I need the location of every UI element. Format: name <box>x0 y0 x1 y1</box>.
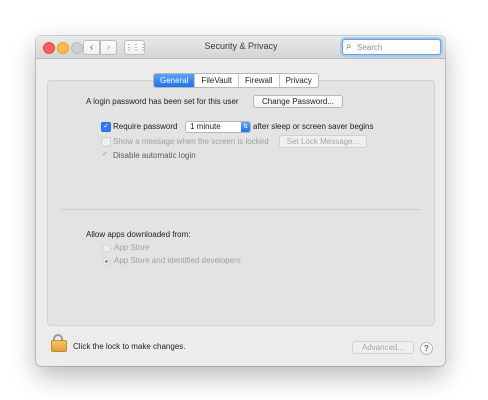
tab-bar: General FileVault Firewall Privacy <box>153 73 319 88</box>
tab-filevault[interactable]: FileVault <box>194 74 238 87</box>
require-password-checkbox[interactable]: ✓ <box>101 122 111 132</box>
allow-apps-heading: Allow apps downloaded from: <box>86 230 191 239</box>
back-button[interactable]: ‹ <box>83 40 100 55</box>
radio-app-store-identified-label: App Store and identified developers <box>114 256 241 265</box>
help-button[interactable]: ? <box>420 342 433 355</box>
footer: Click the lock to make changes. Advanced… <box>36 328 445 366</box>
window-title: Security & Privacy <box>204 41 278 51</box>
chevron-right-icon: › <box>106 42 111 53</box>
login-password-text: A login password has been set for this u… <box>86 97 239 106</box>
security-privacy-window: ‹ › ⋮⋮⋮ Security & Privacy ⌕ A login pas… <box>36 36 445 366</box>
require-password-delay-value: 1 minute <box>190 122 221 131</box>
general-pane: A login password has been set for this u… <box>47 80 435 326</box>
tab-privacy[interactable]: Privacy <box>278 74 318 87</box>
disable-auto-login-label: Disable automatic login <box>113 151 196 160</box>
title-bar: ‹ › ⋮⋮⋮ Security & Privacy ⌕ <box>36 36 445 59</box>
radio-app-store[interactable] <box>102 244 111 253</box>
section-divider <box>61 209 421 210</box>
chevron-left-icon: ‹ <box>89 42 94 53</box>
forward-button[interactable]: › <box>100 40 117 55</box>
disable-auto-login-checkbox[interactable]: ✓ <box>101 151 109 159</box>
change-password-button[interactable]: Change Password... <box>253 95 343 108</box>
show-message-checkbox[interactable] <box>101 137 111 147</box>
lock-text: Click the lock to make changes. <box>73 342 186 351</box>
grid-icon: ⋮⋮⋮ <box>125 43 147 52</box>
require-password-delay-select[interactable]: 1 minute ⇅ <box>185 121 251 133</box>
search-field[interactable]: ⌕ <box>342 39 441 55</box>
radio-app-store-identified[interactable] <box>102 257 111 266</box>
zoom-button[interactable] <box>71 42 83 54</box>
set-lock-message-button[interactable]: Set Lock Message... <box>279 135 367 148</box>
tab-firewall[interactable]: Firewall <box>238 74 279 87</box>
search-input[interactable] <box>357 41 435 53</box>
search-icon: ⌕ <box>346 41 352 52</box>
select-arrows-icon: ⇅ <box>241 122 250 132</box>
minimize-button[interactable] <box>57 42 69 54</box>
show-all-button[interactable]: ⋮⋮⋮ <box>124 40 147 55</box>
lock-icon[interactable] <box>51 334 67 352</box>
advanced-button[interactable]: Advanced... <box>352 341 414 354</box>
close-button[interactable] <box>43 42 55 54</box>
show-message-label: Show a message when the screen is locked <box>113 137 269 146</box>
require-password-label: Require password <box>113 122 178 131</box>
require-password-suffix: after sleep or screen saver begins <box>253 122 374 131</box>
radio-app-store-label: App Store <box>114 243 150 252</box>
tab-general[interactable]: General <box>154 74 195 87</box>
